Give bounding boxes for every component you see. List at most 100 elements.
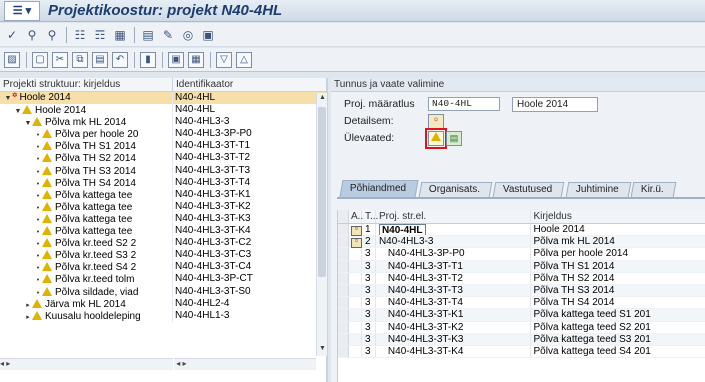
- table-row[interactable]: 3 N40-4HL3-3T-T4 Põlva TH S4 2014: [338, 297, 705, 310]
- tab-juhtimine[interactable]: Juhtimine: [565, 182, 631, 197]
- horizontal-scrollbar-right[interactable]: ◂ ▸: [174, 358, 316, 370]
- cell-description[interactable]: Põlva per hoole 2014: [531, 248, 705, 259]
- proj-description-field[interactable]: Hoole 2014: [512, 96, 598, 112]
- tree-col-identifier[interactable]: Identifikaator: [173, 78, 233, 91]
- project-detail-button[interactable]: ꙳: [428, 113, 444, 129]
- tree-node-description[interactable]: • Põlva kr.teed S3 2: [0, 249, 173, 262]
- save-icon[interactable]: ▣: [168, 51, 184, 68]
- tree-row[interactable]: • Põlva kr.teed S3 2 N40-4HL3-3T-C3: [0, 249, 326, 262]
- detail-icon[interactable]: ꙳: [350, 226, 362, 236]
- tab-organisats[interactable]: Organisats.: [418, 182, 493, 197]
- row-selector[interactable]: [338, 309, 349, 321]
- network-overview-button[interactable]: ▤: [446, 130, 462, 146]
- tree-row[interactable]: ▼꙳ Hoole 2014 N40-4HL: [0, 92, 326, 105]
- detail-icon[interactable]: ▦: [188, 51, 204, 68]
- find-next-icon[interactable]: ⚲: [44, 27, 60, 43]
- tree-node-description[interactable]: • Põlva kr.teed tolm: [0, 273, 173, 286]
- row-selector[interactable]: [338, 248, 349, 260]
- cell-description[interactable]: Põlva TH S2 2014: [531, 273, 705, 284]
- undo-icon[interactable]: ↶: [112, 51, 128, 68]
- cell-wbs-element[interactable]: N40-4HL3-3T-K1: [376, 309, 531, 321]
- tree-node-description[interactable]: • Põlva kattega tee: [0, 200, 173, 213]
- table-row[interactable]: 3 N40-4HL3-3T-T3 Põlva TH S3 2014: [338, 284, 705, 298]
- cell-wbs-element[interactable]: N40-4HL3-3: [376, 236, 531, 248]
- cell-description[interactable]: Põlva mk HL 2014: [531, 236, 705, 247]
- cell-description[interactable]: Põlva kattega teed S2 201: [531, 322, 705, 333]
- collapse-arrow-icon[interactable]: ▼: [4, 93, 12, 104]
- structure-icon[interactable]: ☶: [92, 27, 108, 43]
- table-icon[interactable]: ▤: [140, 27, 156, 43]
- tree-node-description[interactable]: • Põlva TH S3 2014: [0, 164, 173, 177]
- tree-row[interactable]: • Põlva kr.teed S2 2 N40-4HL3-3T-C2: [0, 237, 326, 250]
- tree-row[interactable]: • Põlva TH S3 2014 N40-4HL3-3T-T3: [0, 164, 326, 177]
- row-selector[interactable]: [338, 284, 349, 297]
- table-row[interactable]: 3 N40-4HL3-3T-K1 Põlva kattega teed S1 201: [338, 309, 705, 322]
- wbs-overview-button[interactable]: [425, 127, 447, 149]
- table-row[interactable]: 3 N40-4HL3-3P-P0 Põlva per hoole 2014: [338, 248, 705, 261]
- row-selector[interactable]: [338, 333, 349, 345]
- tab-kir-u[interactable]: Kir.ü.: [631, 182, 677, 197]
- row-selector-header[interactable]: [338, 210, 349, 223]
- paste-icon[interactable]: ▤: [92, 51, 108, 68]
- col-header-proj-str-el[interactable]: Proj. str.el.: [376, 210, 531, 223]
- collapse-arrow-icon[interactable]: ▼: [24, 118, 32, 128]
- tree-row[interactable]: ▼ Hoole 2014 N40-4HL: [0, 104, 326, 117]
- tree-row[interactable]: • Põlva kr.teed S4 2 N40-4HL3-3T-C4: [0, 261, 326, 274]
- col-header-t[interactable]: T...: [362, 210, 378, 223]
- expand-arrow-icon[interactable]: ▸: [24, 300, 32, 310]
- tree-row[interactable]: • Põlva per hoole 20 N40-4HL3-3P-P0: [0, 128, 326, 141]
- scroll-down-icon[interactable]: ▼: [319, 345, 326, 352]
- cell-wbs-element[interactable]: N40-4HL3-3T-K3: [376, 333, 531, 345]
- tree-node-description[interactable]: • Põlva sildade, viad: [0, 285, 173, 298]
- row-selector[interactable]: [338, 345, 349, 358]
- table-row[interactable]: 3 N40-4HL3-3T-K2 Põlva kattega teed S2 201: [338, 321, 705, 334]
- cell-wbs-element[interactable]: N40-4HL3-3T-T1: [376, 260, 531, 272]
- row-selector[interactable]: [338, 260, 349, 272]
- cell-description[interactable]: Põlva TH S3 2014: [531, 285, 705, 296]
- tree-row[interactable]: • Põlva TH S4 2014 N40-4HL3-3T-T4: [0, 176, 326, 189]
- tree-node-description[interactable]: • Põlva kattega tee: [0, 225, 173, 238]
- new-icon[interactable]: ▢: [32, 51, 48, 68]
- sap-menu-icon[interactable]: ☰ ▾: [4, 0, 40, 21]
- layout-icon[interactable]: ▦: [112, 27, 128, 43]
- tree-node-description[interactable]: • Põlva TH S1 2014: [0, 140, 173, 153]
- table-row[interactable]: 3 N40-4HL3-3T-T2 Põlva TH S2 2014: [338, 272, 705, 285]
- tree-node-description[interactable]: ▼꙳ Hoole 2014: [0, 92, 173, 105]
- cell-description[interactable]: Hoole 2014: [531, 224, 705, 235]
- tree-node-description[interactable]: • Põlva per hoole 20: [0, 128, 173, 141]
- tree-row[interactable]: ▸ Kuusalu hooldeleping N40-4HL1-3: [0, 309, 326, 322]
- scroll-left-icon[interactable]: ◂ ▸: [0, 359, 10, 368]
- cell-wbs-element[interactable]: N40-4HL3-3T-T4: [376, 297, 531, 309]
- copy-icon[interactable]: ⧉: [72, 51, 88, 68]
- col-header-a[interactable]: A..: [349, 210, 363, 223]
- cell-wbs-element[interactable]: N40-4HL3-3T-T3: [376, 284, 531, 297]
- tree-row[interactable]: • Põlva kr.teed tolm N40-4HL3-3P-CT: [0, 273, 326, 286]
- cell-wbs-element[interactable]: N40-4HL3-3T-K4: [376, 345, 531, 358]
- cut-icon[interactable]: ✂: [52, 51, 68, 68]
- binoculars-icon[interactable]: ⚲: [24, 27, 40, 43]
- cell-description[interactable]: Põlva TH S1 2014: [531, 261, 705, 272]
- tree-row[interactable]: • Põlva sildade, viad N40-4HL3-3T-S0: [0, 285, 326, 298]
- tree-node-description[interactable]: • Põlva kr.teed S2 2: [0, 237, 173, 250]
- cell-description[interactable]: Põlva kattega teed S4 201: [531, 346, 705, 357]
- tree-node-description[interactable]: ▼ Hoole 2014: [0, 104, 173, 117]
- row-selector[interactable]: [338, 224, 349, 236]
- tree-node-description[interactable]: ▸ Järva mk HL 2014: [0, 297, 173, 310]
- row-selector[interactable]: [338, 272, 349, 284]
- cell-description[interactable]: Põlva kattega teed S1 201: [531, 309, 705, 320]
- settings-icon[interactable]: ✎: [160, 27, 176, 43]
- cell-wbs-element[interactable]: N40-4HL: [375, 224, 531, 236]
- tree-row[interactable]: • Põlva kattega tee N40-4HL3-3T-K3: [0, 212, 326, 226]
- tree-row[interactable]: • Põlva TH S1 2014 N40-4HL3-3T-T1: [0, 140, 326, 153]
- tab-vastutused[interactable]: Vastutused: [492, 182, 565, 197]
- table-row[interactable]: 3 N40-4HL3-3T-K4 Põlva kattega teed S4 201: [338, 345, 705, 359]
- table-row[interactable]: 3 N40-4HL3-3T-K3 Põlva kattega teed S3 201: [338, 333, 705, 346]
- tree-col-description[interactable]: Projekti struktuur: kirjeldus: [0, 78, 173, 91]
- check-icon[interactable]: ✓: [4, 27, 20, 43]
- expand-arrow-icon[interactable]: ▸: [24, 312, 32, 322]
- cell-description[interactable]: Põlva kattega teed S3 201: [531, 334, 705, 345]
- delete-icon[interactable]: ▮: [140, 51, 156, 68]
- collapse-icon[interactable]: △: [236, 51, 252, 68]
- tree-row[interactable]: • Põlva kattega tee N40-4HL3-3T-K4: [0, 225, 326, 238]
- row-selector[interactable]: [338, 236, 349, 248]
